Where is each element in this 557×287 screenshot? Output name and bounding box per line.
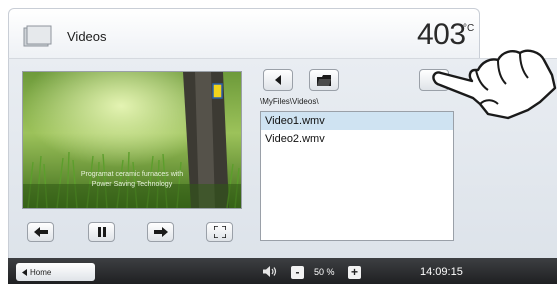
fullscreen-button[interactable] — [206, 222, 233, 242]
page-title: Videos — [67, 29, 107, 44]
volume-up-button[interactable]: + — [348, 266, 361, 279]
rewind-icon — [33, 227, 48, 237]
volume-value: 50 % — [314, 267, 335, 277]
pause-button[interactable] — [88, 222, 115, 242]
fullscreen-icon — [213, 226, 226, 238]
pointing-hand-icon — [432, 49, 557, 120]
header-bar: Videos 403 °C — [8, 8, 480, 59]
folder-back-button[interactable] — [263, 69, 293, 91]
clock: 14:09:15 — [420, 266, 463, 278]
video-caption-line1: Programat ceramic furnaces with — [80, 171, 184, 178]
folder-path: \MyFiles\Videos\ — [260, 97, 319, 106]
speaker-icon — [263, 266, 277, 277]
forward-button[interactable] — [147, 222, 174, 242]
temperature-unit: °C — [463, 23, 475, 34]
back-arrow-icon — [22, 268, 27, 276]
volume-down-button[interactable]: - — [291, 266, 304, 279]
status-bar-right — [490, 258, 557, 284]
forward-icon — [153, 227, 168, 237]
device-screen: Videos 403 °C Programat ceramic furnaces… — [0, 0, 557, 287]
file-list: Video1.wmv Video2.wmv — [260, 111, 454, 241]
video-preview[interactable]: Programat ceramic furnaces with Power Sa… — [22, 71, 242, 209]
home-label: Home — [30, 267, 52, 277]
file-item-video2[interactable]: Video2.wmv — [261, 130, 453, 148]
home-button[interactable]: Home — [16, 263, 95, 281]
folder-icon — [23, 25, 52, 47]
rewind-button[interactable] — [27, 222, 54, 242]
open-folder-button[interactable] — [309, 69, 339, 91]
video-caption: Programat ceramic furnaces with Power Sa… — [23, 170, 241, 190]
file-item-video1[interactable]: Video1.wmv — [261, 112, 453, 130]
open-folder-icon — [317, 75, 331, 86]
back-arrow-icon — [275, 75, 281, 85]
status-bar: Home - 50 % + 14:09:15 — [8, 258, 490, 284]
pause-icon — [97, 227, 106, 237]
video-caption-line2: Power Saving Technology — [91, 181, 173, 188]
